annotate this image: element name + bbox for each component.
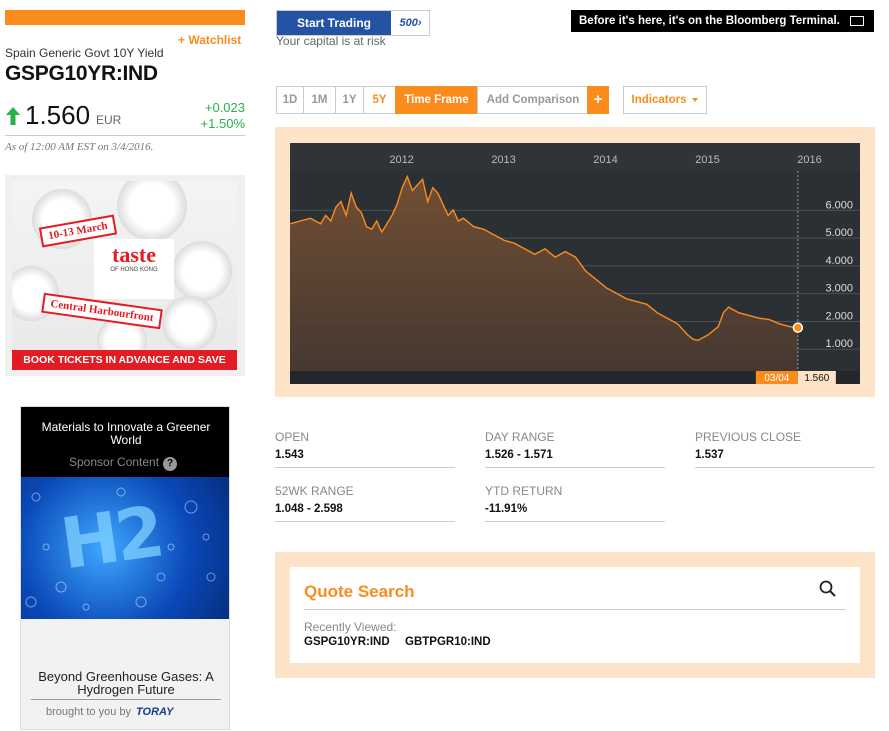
- banner-text: Before it's here, it's on the Bloomberg …: [579, 15, 840, 27]
- last-value-label: 1.560: [804, 373, 829, 384]
- start-trading-button[interactable]: Start Trading: [277, 11, 391, 35]
- price-chart[interactable]: 2012 2013 2014 2015 2016 6.000 5.000 4.000 3.00…: [290, 143, 860, 384]
- sponsor-content-label: Sponsor Content?: [69, 455, 178, 471]
- y-tick-label: 2.000: [825, 310, 853, 322]
- taste-hong-kong-ad[interactable]: 10-13 March taste OF HONG KONG Central H…: [5, 175, 245, 376]
- stat-value: 1.526 - 1.571: [485, 449, 553, 461]
- stat-label: PREVIOUS CLOSE: [695, 430, 802, 444]
- ad-caption[interactable]: Beyond Greenhouse Gases: A Hydrogen Futu…: [31, 670, 221, 700]
- y-tick-label: 6.000: [825, 199, 853, 211]
- indicators-label: Indicators: [631, 94, 687, 106]
- brought-to-you-by: brought to you by TORAY: [46, 706, 174, 718]
- stat-label: YTD RETURN: [485, 484, 563, 498]
- terminal-keyboard-icon: [850, 16, 864, 26]
- chart-year-header: [290, 143, 860, 171]
- x-tick-label: 2013: [491, 154, 515, 166]
- quote-search-title[interactable]: Quote Search: [304, 582, 415, 602]
- ad-book-tickets-banner[interactable]: BOOK TICKETS IN ADVANCE AND SAVE: [12, 350, 237, 370]
- time-frame-button[interactable]: Time Frame: [395, 86, 478, 114]
- risk-disclaimer: Your capital is at risk: [276, 34, 386, 48]
- stat-label: 52WK RANGE: [275, 484, 354, 498]
- toray-logo: TORAY: [136, 706, 174, 718]
- x-tick-label: 2016: [797, 154, 821, 166]
- last-point-marker: [792, 322, 804, 333]
- help-icon[interactable]: ?: [163, 457, 178, 471]
- y-tick-label: 4.000: [825, 255, 853, 267]
- y-tick-label: 3.000: [825, 283, 853, 295]
- y-tick-label: 5.000: [825, 227, 853, 239]
- taste-logo-subtext: OF HONG KONG: [110, 267, 158, 273]
- add-to-watchlist-link[interactable]: + Watchlist: [178, 33, 241, 47]
- stat-value: 1.543: [275, 449, 304, 461]
- ad-plate-image: [117, 181, 187, 241]
- brought-by-text: brought to you by: [46, 706, 132, 718]
- ad-plate-image: [172, 241, 232, 301]
- ad-title: Materials to Innovate a Greener World: [41, 420, 211, 447]
- header-accent-bar: [5, 10, 245, 25]
- stat-day-range: DAY RANGE 1.526 - 1.571: [485, 430, 665, 468]
- recent-quote-link[interactable]: GSPG10YR:IND: [304, 636, 390, 648]
- broker-logo: 500›: [392, 11, 429, 35]
- chevron-down-icon: [692, 97, 699, 102]
- stat-open: OPEN 1.543: [275, 430, 455, 468]
- divider: [304, 609, 846, 610]
- security-name: Spain Generic Govt 10Y Yield: [5, 46, 164, 60]
- x-tick-label: 2015: [695, 154, 719, 166]
- as-of-timestamp: As of 12:00 AM EST on 3/4/2016.: [5, 141, 154, 153]
- quote-search-card: Quote Search Recently Viewed: GSPG10YR:I…: [290, 567, 860, 663]
- add-comparison-plus-button[interactable]: +: [587, 86, 609, 114]
- taste-ad-image[interactable]: 10-13 March taste OF HONG KONG Central H…: [12, 181, 237, 370]
- price-chart-panel: 2012 2013 2014 2015 2016 6.000 5.000 4.000 3.00…: [275, 127, 875, 397]
- taste-logo-text: taste: [112, 242, 156, 267]
- quote-search-panel: Quote Search Recently Viewed: GSPG10YR:I…: [275, 552, 875, 678]
- y-tick-label: 1.000: [825, 338, 853, 350]
- stat-value: -11.91%: [485, 503, 528, 515]
- tab-1y[interactable]: 1Y: [335, 86, 364, 114]
- ad-plate-image: [162, 296, 217, 351]
- price-change-percent: +1.50%: [200, 116, 245, 131]
- start-trading-ad[interactable]: Start Trading 500›: [276, 10, 430, 36]
- bloomberg-terminal-banner[interactable]: Before it's here, it's on the Bloomberg …: [571, 10, 874, 32]
- sponsor-text: Sponsor Content: [69, 455, 160, 469]
- price-change-absolute: +0.023: [204, 100, 245, 115]
- price-row: 1.560 EUR +0.023 +1.50%: [5, 100, 245, 136]
- hydrogen-bubbles-image[interactable]: H2: [21, 477, 229, 619]
- x-tick-label: 2014: [593, 154, 617, 166]
- indicators-dropdown[interactable]: Indicators: [623, 86, 707, 114]
- taste-logo: taste OF HONG KONG: [94, 239, 174, 299]
- recent-quote-link[interactable]: GBTPGR10:IND: [405, 636, 491, 648]
- tab-5y[interactable]: 5Y: [363, 86, 396, 114]
- ticker-symbol: GSPG10YR:IND: [5, 62, 158, 85]
- h2-molecule-text: H2: [55, 490, 166, 586]
- ad-header: Materials to Innovate a Greener World Sp…: [21, 407, 229, 477]
- up-arrow-icon: [6, 107, 20, 125]
- last-date-label: 03/04: [764, 373, 789, 384]
- toray-sponsor-ad[interactable]: Materials to Innovate a Greener World Sp…: [20, 406, 230, 730]
- x-tick-label: 2012: [389, 154, 413, 166]
- add-comparison-button[interactable]: Add Comparison: [477, 86, 589, 114]
- search-icon[interactable]: [818, 579, 838, 599]
- stat-previous-close: PREVIOUS CLOSE 1.537: [695, 430, 875, 468]
- tab-1d[interactable]: 1D: [276, 86, 304, 114]
- stat-label: OPEN: [275, 430, 310, 444]
- tab-1m[interactable]: 1M: [303, 86, 336, 114]
- stat-value: 1.048 - 2.598: [275, 503, 343, 515]
- stat-ytd-return: YTD RETURN -11.91%: [485, 484, 665, 522]
- stat-label: DAY RANGE: [485, 430, 555, 444]
- price-currency: EUR: [96, 113, 122, 127]
- recently-viewed-label: Recently Viewed:: [304, 620, 397, 634]
- stat-52wk-range: 52WK RANGE 1.048 - 2.598: [275, 484, 455, 522]
- last-price: 1.560: [25, 100, 91, 130]
- stat-value: 1.537: [695, 449, 724, 461]
